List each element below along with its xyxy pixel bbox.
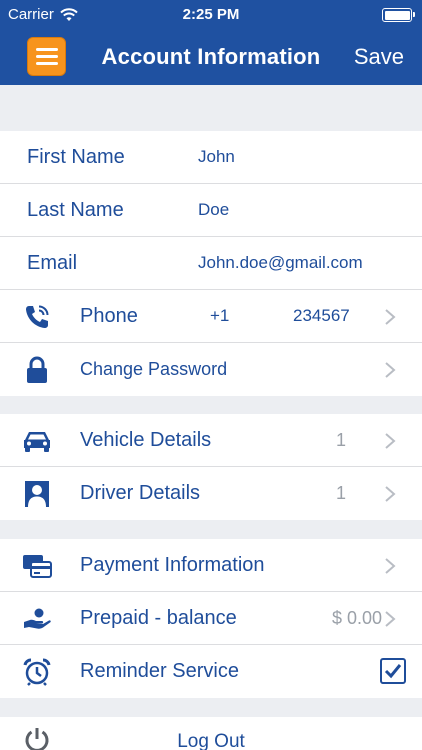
last-name-field[interactable]: Doe	[198, 200, 229, 220]
status-bar: Carrier 2:25 PM	[0, 0, 422, 30]
last-name-row[interactable]: Last Name Doe	[0, 184, 422, 237]
chevron-right-icon	[385, 558, 396, 574]
first-name-label: First Name	[27, 145, 125, 168]
driver-details-row[interactable]: Driver Details 1	[0, 467, 422, 520]
vehicle-count: 1	[335, 429, 346, 450]
phone-number-field[interactable]: 234567	[293, 306, 350, 326]
phone-country-code[interactable]: +1	[210, 306, 229, 326]
vehicle-details-row[interactable]: Vehicle Details 1	[0, 414, 422, 467]
phone-label: Phone	[80, 304, 138, 327]
phone-row[interactable]: Phone +1 234567	[0, 290, 422, 343]
vehicle-group: Vehicle Details 1 Driver Details 1	[0, 414, 422, 520]
driver-details-label: Driver Details	[80, 482, 201, 504]
payment-group: Payment Information Prepaid - balance $ …	[0, 539, 422, 698]
driver-count: 1	[335, 483, 346, 503]
reminder-service-label: Reminder Service	[80, 660, 239, 682]
logout-row[interactable]: Log Out	[0, 717, 422, 750]
last-name-label: Last Name	[27, 198, 124, 221]
payment-information-row[interactable]: Payment Information	[0, 539, 422, 592]
battery-icon	[382, 8, 415, 22]
save-button[interactable]: Save	[354, 44, 404, 70]
prepaid-balance-label: Prepaid - balance	[80, 606, 237, 629]
profile-group: First Name John Last Name Doe Email John…	[0, 131, 422, 396]
logout-button[interactable]: Log Out	[0, 731, 422, 750]
car-icon	[22, 427, 52, 455]
phone-icon	[22, 303, 52, 331]
nav-bar: Account Information Save	[0, 30, 422, 85]
first-name-row[interactable]: First Name John	[0, 131, 422, 184]
email-field[interactable]: John.doe@gmail.com	[198, 253, 363, 273]
chevron-right-icon	[385, 362, 396, 378]
logout-group: Log Out	[0, 717, 422, 750]
chevron-right-icon	[385, 486, 396, 502]
change-password-label: Change Password	[80, 359, 228, 379]
prepaid-balance-value: $ 0.00	[331, 607, 382, 628]
chevron-right-icon	[385, 309, 396, 325]
vehicle-details-label: Vehicle Details	[80, 428, 212, 451]
checkmark-icon	[384, 664, 402, 679]
payment-information-label: Payment Information	[80, 553, 265, 576]
lock-icon	[22, 356, 52, 384]
driver-icon	[22, 480, 52, 508]
first-name-field[interactable]: John	[198, 147, 235, 167]
hand-coin-icon	[22, 605, 52, 633]
payment-card-icon	[22, 552, 52, 580]
prepaid-balance-row[interactable]: Prepaid - balance $ 0.00	[0, 592, 422, 645]
change-password-row[interactable]: Change Password	[0, 343, 422, 396]
reminder-service-checkbox[interactable]	[380, 658, 406, 684]
chevron-right-icon	[385, 433, 396, 449]
chevron-right-icon	[385, 611, 396, 627]
alarm-clock-icon	[22, 658, 52, 686]
status-time: 2:25 PM	[182, 6, 240, 23]
email-row[interactable]: Email John.doe@gmail.com	[0, 237, 422, 290]
email-label: Email	[27, 251, 78, 274]
reminder-service-row[interactable]: Reminder Service	[0, 645, 422, 698]
